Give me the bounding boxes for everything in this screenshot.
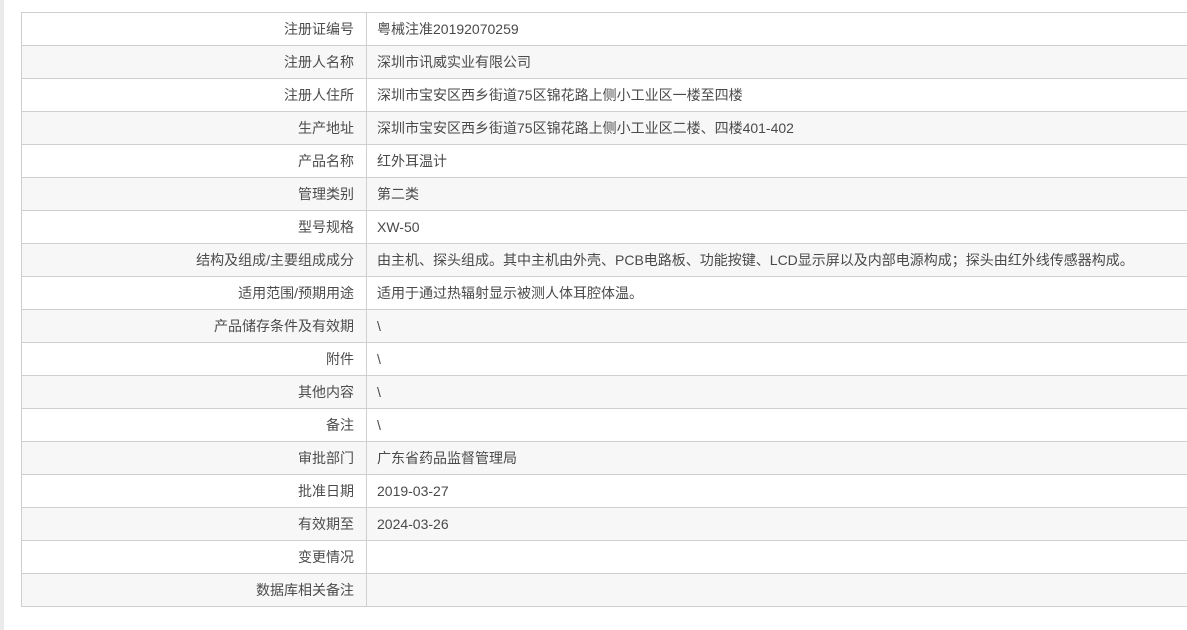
registration-info-table: 注册证编号 粤械注准20192070259 注册人名称 深圳市讯威实业有限公司 … bbox=[21, 12, 1187, 607]
field-label: 备注 bbox=[21, 408, 367, 442]
field-label: 数据库相关备注 bbox=[21, 573, 367, 607]
field-value: XW-50 bbox=[366, 210, 1187, 244]
field-label: 批准日期 bbox=[21, 474, 367, 508]
page-left-edge-strip bbox=[0, 0, 4, 630]
field-value: 适用于通过热辐射显示被测人体耳腔体温。 bbox=[366, 276, 1187, 310]
field-label: 产品名称 bbox=[21, 144, 367, 178]
field-label: 注册人住所 bbox=[21, 78, 367, 112]
field-label: 适用范围/预期用途 bbox=[21, 276, 367, 310]
field-value: \ bbox=[366, 342, 1187, 376]
table-row-change-status: 变更情况 bbox=[21, 540, 1187, 574]
table-row-database-remarks: 数据库相关备注 bbox=[21, 573, 1187, 607]
field-value: \ bbox=[366, 375, 1187, 409]
field-value bbox=[366, 573, 1187, 607]
table-row-other-content: 其他内容 \ bbox=[21, 375, 1187, 409]
field-label: 审批部门 bbox=[21, 441, 367, 475]
field-value: 广东省药品监督管理局 bbox=[366, 441, 1187, 475]
table-row-valid-until: 有效期至 2024-03-26 bbox=[21, 507, 1187, 541]
field-value: 第二类 bbox=[366, 177, 1187, 211]
field-label: 变更情况 bbox=[21, 540, 367, 574]
table-row-registration-number: 注册证编号 粤械注准20192070259 bbox=[21, 12, 1187, 46]
field-value: 深圳市宝安区西乡街道75区锦花路上侧小工业区二楼、四楼401-402 bbox=[366, 111, 1187, 145]
field-value: 由主机、探头组成。其中主机由外壳、PCB电路板、功能按键、LCD显示屏以及内部电… bbox=[366, 243, 1187, 277]
table-row-structure-composition: 结构及组成/主要组成成分 由主机、探头组成。其中主机由外壳、PCB电路板、功能按… bbox=[21, 243, 1187, 277]
table-row-production-address: 生产地址 深圳市宝安区西乡街道75区锦花路上侧小工业区二楼、四楼401-402 bbox=[21, 111, 1187, 145]
table-row-attachments: 附件 \ bbox=[21, 342, 1187, 376]
table-row-registrant-address: 注册人住所 深圳市宝安区西乡街道75区锦花路上侧小工业区一楼至四楼 bbox=[21, 78, 1187, 112]
table-row-registrant-name: 注册人名称 深圳市讯威实业有限公司 bbox=[21, 45, 1187, 79]
table-row-model-spec: 型号规格 XW-50 bbox=[21, 210, 1187, 244]
field-value bbox=[366, 540, 1187, 574]
field-label: 其他内容 bbox=[21, 375, 367, 409]
field-label: 产品储存条件及有效期 bbox=[21, 309, 367, 343]
table-row-product-name: 产品名称 红外耳温计 bbox=[21, 144, 1187, 178]
table-row-approval-date: 批准日期 2019-03-27 bbox=[21, 474, 1187, 508]
field-value: \ bbox=[366, 408, 1187, 442]
field-value: 2019-03-27 bbox=[366, 474, 1187, 508]
field-value: \ bbox=[366, 309, 1187, 343]
field-value: 红外耳温计 bbox=[366, 144, 1187, 178]
field-label: 管理类别 bbox=[21, 177, 367, 211]
field-label: 注册人名称 bbox=[21, 45, 367, 79]
table-row-management-class: 管理类别 第二类 bbox=[21, 177, 1187, 211]
table-row-storage-validity: 产品储存条件及有效期 \ bbox=[21, 309, 1187, 343]
field-label: 注册证编号 bbox=[21, 12, 367, 46]
field-label: 型号规格 bbox=[21, 210, 367, 244]
field-value: 深圳市宝安区西乡街道75区锦花路上侧小工业区一楼至四楼 bbox=[366, 78, 1187, 112]
field-value: 2024-03-26 bbox=[366, 507, 1187, 541]
field-value: 粤械注准20192070259 bbox=[366, 12, 1187, 46]
field-label: 有效期至 bbox=[21, 507, 367, 541]
field-value: 深圳市讯威实业有限公司 bbox=[366, 45, 1187, 79]
table-row-remarks: 备注 \ bbox=[21, 408, 1187, 442]
field-label: 附件 bbox=[21, 342, 367, 376]
field-label: 生产地址 bbox=[21, 111, 367, 145]
table-row-intended-use: 适用范围/预期用途 适用于通过热辐射显示被测人体耳腔体温。 bbox=[21, 276, 1187, 310]
field-label: 结构及组成/主要组成成分 bbox=[21, 243, 367, 277]
table-row-approval-department: 审批部门 广东省药品监督管理局 bbox=[21, 441, 1187, 475]
